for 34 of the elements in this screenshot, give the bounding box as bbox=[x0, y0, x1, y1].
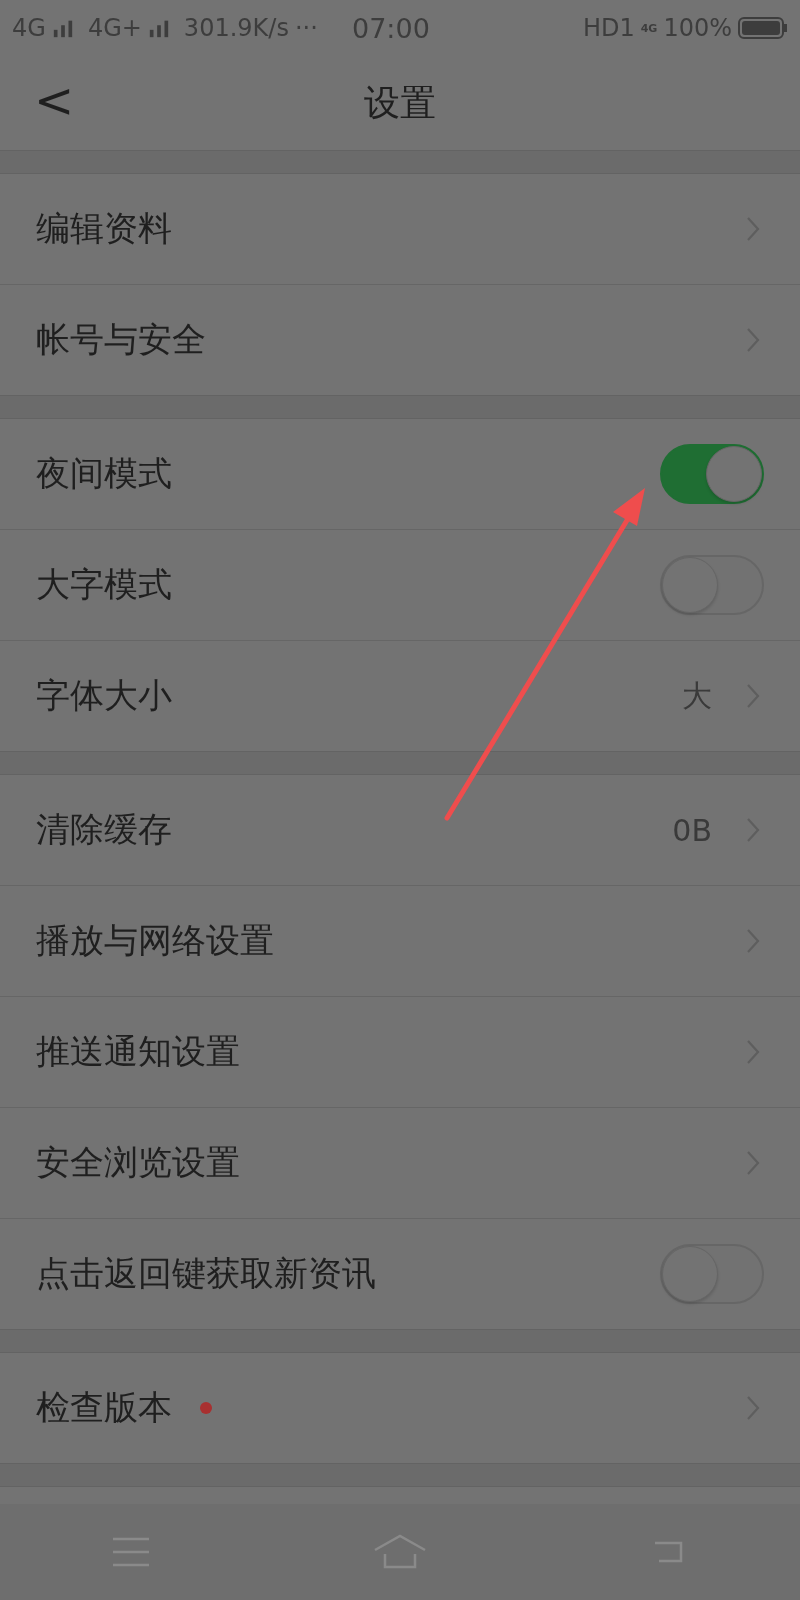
row-value: 0B bbox=[672, 812, 712, 848]
row-label: 推送通知设置 bbox=[36, 1030, 240, 1073]
settings-row[interactable]: 字体大小 大 bbox=[0, 641, 800, 751]
settings-row[interactable]: 清除缓存 0B bbox=[0, 775, 800, 886]
settings-row[interactable]: 推送通知设置 bbox=[0, 997, 800, 1108]
settings-row[interactable]: 检查版本 bbox=[0, 1353, 800, 1463]
row-label: 大字模式 bbox=[36, 563, 172, 606]
row-label: 播放与网络设置 bbox=[36, 919, 274, 962]
home-icon[interactable] bbox=[373, 1534, 427, 1570]
signal-icon bbox=[147, 18, 170, 38]
row-label: 夜间模式 bbox=[36, 452, 172, 495]
row-label: 编辑资料 bbox=[36, 207, 172, 250]
row-label: 清除缓存 bbox=[36, 808, 172, 851]
row-label: 点击返回键获取新资讯 bbox=[36, 1252, 376, 1295]
status-text: ··· bbox=[294, 14, 318, 42]
settings-row[interactable]: 夜间模式 bbox=[0, 419, 800, 530]
row-label: 安全浏览设置 bbox=[36, 1141, 240, 1184]
settings-row[interactable]: 编辑资料 bbox=[0, 174, 800, 285]
settings-row[interactable]: 播放与网络设置 bbox=[0, 886, 800, 997]
row-label: 帐号与安全 bbox=[36, 318, 206, 361]
toggle-switch[interactable] bbox=[660, 444, 764, 504]
battery-icon bbox=[738, 16, 788, 40]
settings-row[interactable]: 点击返回键获取新资讯 bbox=[0, 1219, 800, 1329]
row-label: 检查版本 bbox=[36, 1386, 172, 1429]
settings-row[interactable]: 大字模式 bbox=[0, 530, 800, 641]
menu-icon[interactable] bbox=[111, 1535, 151, 1569]
back-button[interactable]: < bbox=[24, 72, 85, 128]
signal-icon bbox=[51, 18, 74, 38]
row-value: 大 bbox=[682, 676, 712, 715]
settings-row[interactable]: 安全浏览设置 bbox=[0, 1108, 800, 1219]
toggle-switch[interactable] bbox=[660, 1244, 764, 1304]
page-title: 设置 bbox=[364, 80, 436, 125]
settings-row[interactable]: 帐号与安全 bbox=[0, 285, 800, 395]
row-label: 字体大小 bbox=[36, 674, 172, 717]
